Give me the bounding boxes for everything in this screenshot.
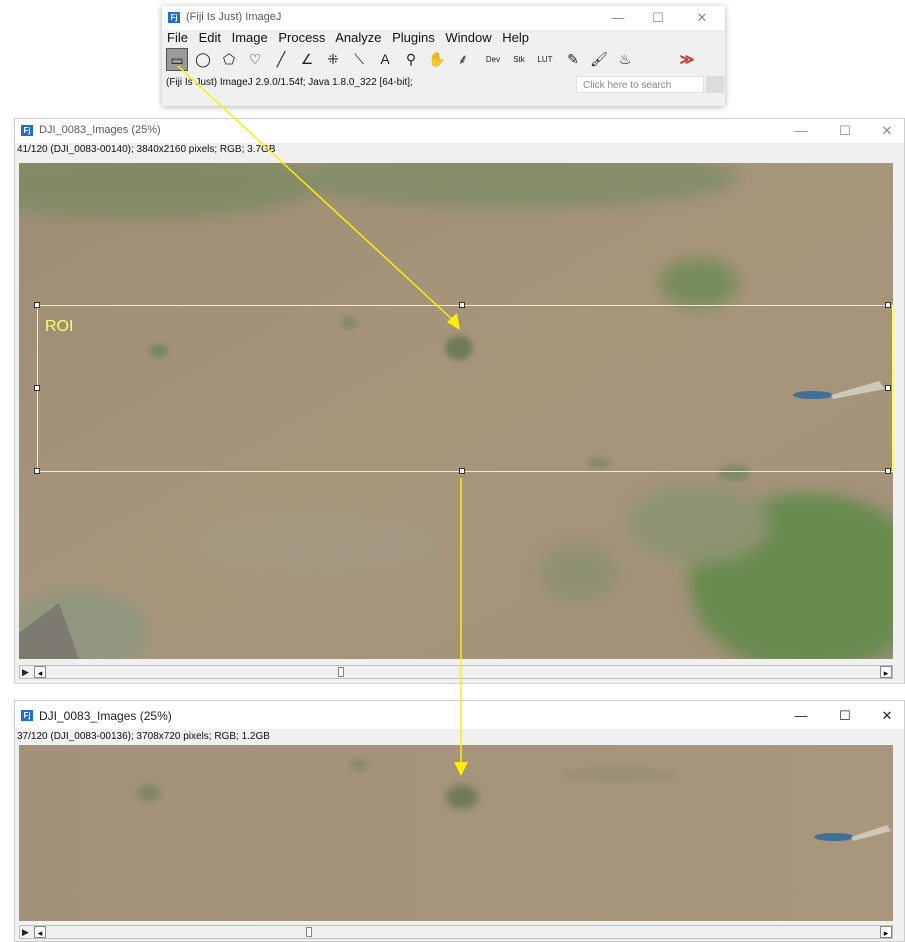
- slider-thumb[interactable]: [306, 927, 312, 937]
- cropped-image-canvas[interactable]: [19, 745, 893, 921]
- hand-tool-icon[interactable]: ✋: [426, 48, 448, 71]
- roi-label: ROI: [45, 318, 74, 335]
- menu-window[interactable]: Window: [445, 30, 491, 45]
- play-icon[interactable]: ▶: [22, 667, 29, 678]
- roi-handle[interactable]: [885, 302, 891, 308]
- roi-handle[interactable]: [34, 385, 40, 391]
- minimize-button[interactable]: —: [785, 121, 817, 141]
- aerial-image-cropped: [19, 745, 893, 921]
- dropper-tool-icon[interactable]: ⸙: [452, 48, 474, 71]
- scroll-left-icon[interactable]: ◂: [34, 666, 46, 678]
- minimize-button[interactable]: —: [785, 706, 817, 726]
- scroll-right-icon[interactable]: ▸: [880, 926, 892, 938]
- image-window-2-title: DJI_0083_Images (25%): [39, 709, 172, 723]
- brush-tool-icon[interactable]: 🖌: [588, 48, 610, 71]
- image-window-1-titlebar[interactable]: Fj DJI_0083_Images (25%) — ☐ ✕: [15, 119, 904, 143]
- flood-fill-tool-icon[interactable]: ♨: [614, 48, 636, 71]
- menu-help[interactable]: Help: [502, 30, 529, 45]
- polygon-tool-icon[interactable]: ⬠: [218, 48, 240, 71]
- maximize-button[interactable]: ☐: [829, 706, 861, 726]
- fiji-titlebar[interactable]: Fj (Fiji Is Just) ImageJ — ☐ ✕: [162, 6, 725, 30]
- freehand-tool-icon[interactable]: ♡: [244, 48, 266, 71]
- fiji-app-icon: Fj: [21, 710, 33, 721]
- pencil-tool-icon[interactable]: ✎: [562, 48, 584, 71]
- scroll-right-icon[interactable]: ▸: [880, 666, 892, 678]
- minimize-button[interactable]: —: [602, 8, 634, 28]
- image-window-1-title: DJI_0083_Images (25%): [39, 124, 161, 136]
- angle-tool-icon[interactable]: ∠: [296, 48, 318, 71]
- slider-thumb[interactable]: [338, 667, 344, 677]
- fiji-main-window: Fj (Fiji Is Just) ImageJ — ☐ ✕ File Edit…: [162, 6, 725, 106]
- menu-bar: File Edit Image Process Analyze Plugins …: [167, 30, 536, 48]
- lut-tool-icon[interactable]: LUT: [534, 48, 556, 71]
- menu-file[interactable]: File: [167, 30, 188, 45]
- image-window-full: Fj DJI_0083_Images (25%) — ☐ ✕ 41/120 (D…: [14, 118, 905, 684]
- play-icon[interactable]: ▶: [22, 927, 29, 938]
- scroll-left-icon[interactable]: ◂: [34, 926, 46, 938]
- more-tools-icon[interactable]: ≫: [676, 48, 698, 71]
- line-tool-icon[interactable]: ╱: [270, 48, 292, 71]
- roi-handle[interactable]: [459, 302, 465, 308]
- close-button[interactable]: ✕: [871, 121, 903, 141]
- menu-plugins[interactable]: Plugins: [392, 30, 435, 45]
- stk-tool-icon[interactable]: Stk: [508, 48, 530, 71]
- oval-tool-icon[interactable]: ◯: [192, 48, 214, 71]
- fiji-app-icon: Fj: [168, 12, 180, 23]
- stack-slider[interactable]: ▶ ◂ ▸: [19, 665, 893, 679]
- fiji-window-title: (Fiji Is Just) ImageJ: [186, 11, 282, 23]
- menu-process[interactable]: Process: [278, 30, 325, 45]
- text-tool-icon[interactable]: A: [374, 48, 396, 71]
- menu-analyze[interactable]: Analyze: [335, 30, 381, 45]
- search-button[interactable]: [706, 76, 724, 93]
- search-field[interactable]: Click here to search: [576, 76, 704, 93]
- roi-rectangle[interactable]: [37, 305, 893, 472]
- fiji-app-icon: Fj: [21, 125, 33, 136]
- fiji-status-text: (Fiji Is Just) ImageJ 2.9.0/1.54f; Java …: [166, 77, 413, 88]
- magnifier-tool-icon[interactable]: ⚲: [400, 48, 422, 71]
- wand-tool-icon[interactable]: ⟍: [348, 48, 370, 71]
- stack-slider[interactable]: ▶ ◂ ▸: [19, 925, 893, 939]
- image-canvas[interactable]: ROI: [19, 163, 893, 659]
- dev-tool-icon[interactable]: Dev: [482, 48, 504, 71]
- roi-handle[interactable]: [885, 385, 891, 391]
- image-info-text: 41/120 (DJI_0083-00140); 3840x2160 pixel…: [17, 144, 276, 155]
- close-button[interactable]: ✕: [871, 706, 903, 726]
- rectangle-tool-icon[interactable]: ▭: [166, 48, 188, 71]
- image-window-2-titlebar[interactable]: Fj DJI_0083_Images (25%) — ☐ ✕: [15, 701, 904, 729]
- menu-image[interactable]: Image: [232, 30, 268, 45]
- roi-handle[interactable]: [885, 468, 891, 474]
- roi-handle[interactable]: [34, 302, 40, 308]
- roi-handle[interactable]: [459, 468, 465, 474]
- image-window-cropped: Fj DJI_0083_Images (25%) — ☐ ✕ 37/120 (D…: [14, 700, 905, 942]
- menu-edit[interactable]: Edit: [199, 30, 221, 45]
- roi-handle[interactable]: [34, 468, 40, 474]
- image-info-text: 37/120 (DJI_0083-00136); 3708x720 pixels…: [17, 731, 270, 742]
- point-tool-icon[interactable]: ⁜: [322, 48, 344, 71]
- maximize-button[interactable]: ☐: [642, 8, 674, 28]
- maximize-button[interactable]: ☐: [829, 121, 861, 141]
- close-button[interactable]: ✕: [686, 8, 718, 28]
